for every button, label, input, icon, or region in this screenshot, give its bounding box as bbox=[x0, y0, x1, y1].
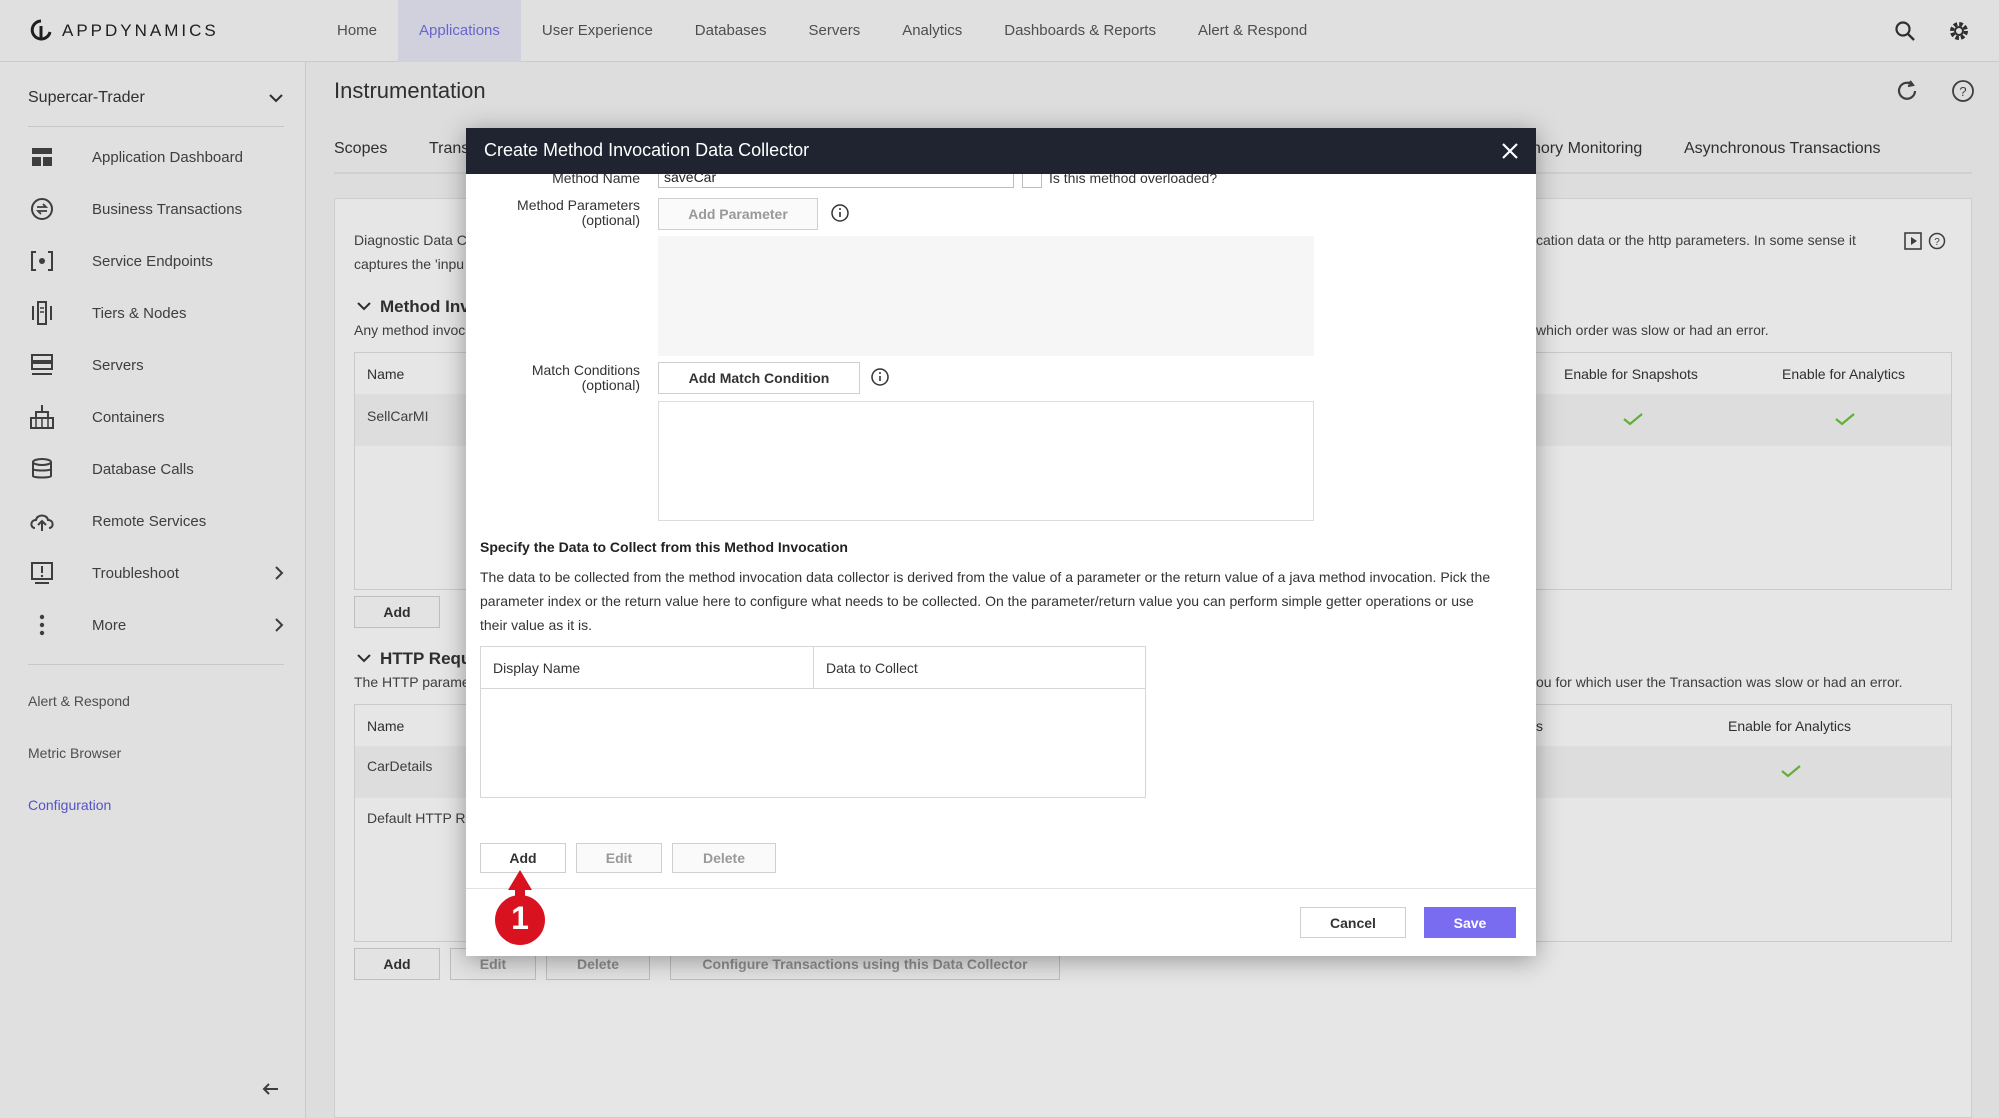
delete-data-button[interactable]: Delete bbox=[672, 843, 776, 873]
description-line: The data to be collected from the method… bbox=[480, 569, 1491, 585]
column-divider bbox=[813, 647, 814, 689]
match-conditions-label: Match Conditions (optional) bbox=[486, 363, 640, 393]
method-name-input[interactable]: saveCar bbox=[658, 174, 1014, 188]
method-name-label: Method Name bbox=[552, 174, 640, 186]
method-parameters-label-text: Method Parameters bbox=[517, 197, 640, 213]
info-icon[interactable] bbox=[830, 203, 850, 223]
close-icon[interactable] bbox=[1498, 139, 1522, 163]
save-button[interactable]: Save bbox=[1424, 907, 1516, 938]
overloaded-checkbox[interactable] bbox=[1022, 174, 1042, 188]
method-parameters-label: Method Parameters (optional) bbox=[486, 198, 640, 228]
cancel-button[interactable]: Cancel bbox=[1300, 907, 1406, 938]
method-parameters-list bbox=[658, 236, 1314, 356]
specify-data-heading: Specify the Data to Collect from this Me… bbox=[480, 539, 848, 555]
overloaded-label: Is this method overloaded? bbox=[1049, 174, 1218, 186]
specify-data-description: The data to be collected from the method… bbox=[480, 565, 1490, 637]
data-to-collect-table: Display Name Data to Collect bbox=[480, 646, 1146, 798]
dialog-title: Create Method Invocation Data Collector bbox=[484, 140, 810, 160]
add-match-condition-button[interactable]: Add Match Condition bbox=[658, 362, 860, 394]
create-method-invocation-dialog: Create Method Invocation Data Collector … bbox=[466, 128, 1536, 956]
edit-data-button[interactable]: Edit bbox=[576, 843, 662, 873]
description-line: their value as it is. bbox=[480, 617, 593, 633]
description-line: parameter index or the return value here… bbox=[480, 593, 1474, 609]
step-callout-number: 1 bbox=[511, 900, 529, 936]
dialog-footer-divider bbox=[466, 888, 1536, 889]
method-name-row: Method Name saveCar Is this method overl… bbox=[466, 174, 1536, 188]
column-header-data-to-collect: Data to Collect bbox=[826, 660, 918, 676]
add-parameter-button[interactable]: Add Parameter bbox=[658, 198, 818, 230]
dialog-header: Create Method Invocation Data Collector bbox=[466, 128, 1536, 174]
optional-hint: (optional) bbox=[581, 212, 640, 228]
match-conditions-label-text: Match Conditions bbox=[531, 362, 640, 378]
column-header-display-name: Display Name bbox=[493, 660, 581, 676]
info-icon[interactable] bbox=[870, 367, 890, 387]
optional-hint: (optional) bbox=[581, 377, 640, 393]
match-conditions-list bbox=[658, 401, 1314, 521]
